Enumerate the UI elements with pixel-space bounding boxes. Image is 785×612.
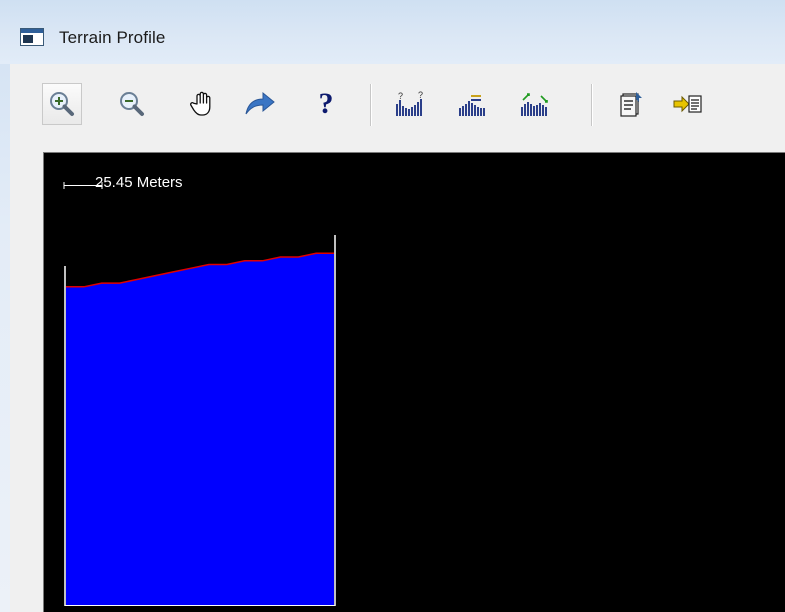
profile-overlay — [63, 182, 336, 606]
profile-area — [66, 253, 334, 606]
scale-bar-label: 25.45 Meters — [95, 174, 183, 191]
